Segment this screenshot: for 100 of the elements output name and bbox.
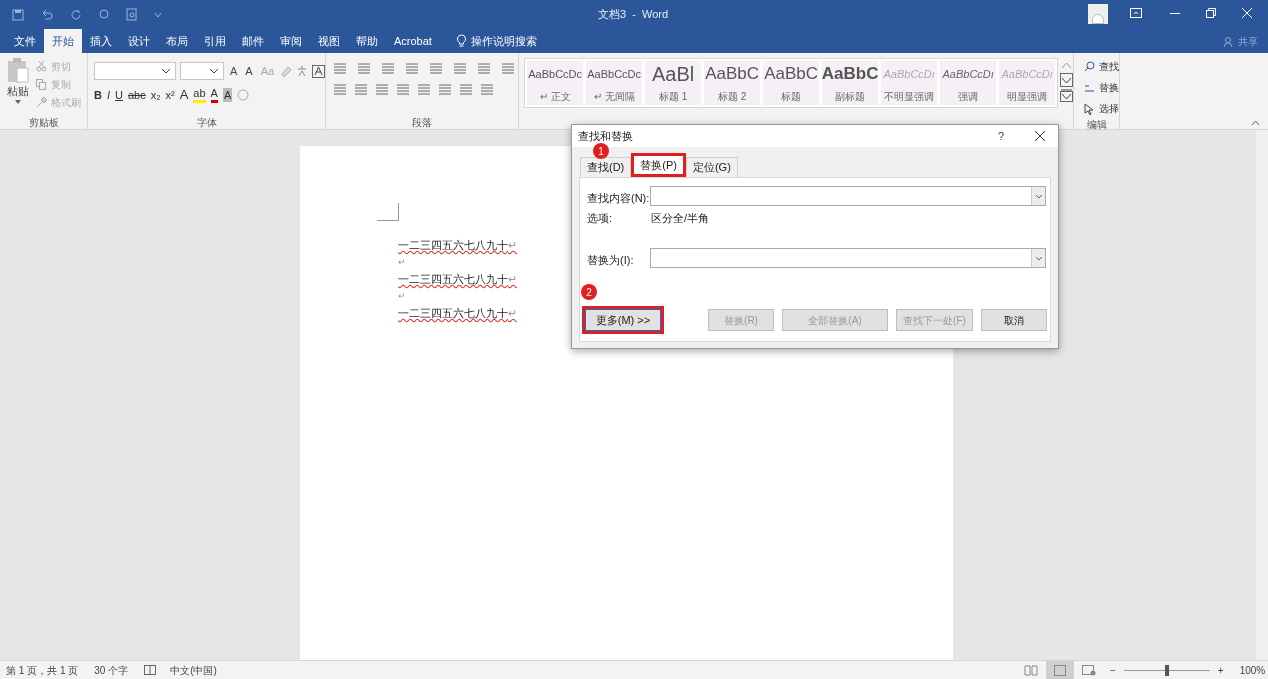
print-preview-icon[interactable] (126, 8, 138, 21)
search-icon (1084, 61, 1096, 72)
field-label: 查找内容(N): (587, 191, 650, 206)
align-left-icon[interactable] (334, 83, 348, 95)
field-label: 替换为(I): (587, 253, 634, 268)
redo-icon[interactable] (70, 8, 82, 21)
status-item[interactable]: 30 个字 (94, 662, 129, 678)
replace-icon (1084, 82, 1096, 93)
font-name-field[interactable] (94, 62, 176, 80)
scissors-icon (36, 61, 47, 72)
collapse-ribbon-icon[interactable] (1251, 120, 1260, 126)
undo-icon[interactable] (40, 8, 54, 21)
avatar-icon[interactable] (1088, 4, 1108, 24)
ribbon-tab[interactable]: Acrobat (386, 29, 440, 53)
select-button[interactable]: 选择 (1084, 99, 1120, 118)
document-paragraph: 一二三四五六七八九十↵ (398, 306, 517, 321)
margin-corner-mark (377, 203, 399, 221)
ribbon-tab[interactable]: 开始 (44, 29, 82, 53)
document-paragraph: 一二三四五六七八九十↵ (398, 238, 517, 253)
font-size-field[interactable] (180, 62, 224, 80)
style-gallery-item[interactable]: AaBl 标题 1 (645, 61, 702, 105)
zoom-out-button[interactable]: − (1110, 663, 1116, 678)
style-gallery-item[interactable]: AaBbC 副标题 (822, 61, 879, 105)
eraser-icon[interactable] (280, 65, 293, 77)
dialog-title: 查找和替换 (578, 128, 633, 144)
zoom-level[interactable]: 100% (1239, 663, 1266, 678)
style-gallery-item[interactable]: AaBbCcDı 不明显强调 (881, 61, 938, 105)
close-icon[interactable] (1035, 131, 1045, 141)
paintbrush-icon (36, 97, 47, 108)
cursor-icon (1084, 102, 1096, 115)
minimize-icon[interactable] (1170, 13, 1180, 15)
shade-button[interactable]: A (222, 87, 233, 102)
effect-button[interactable]: A (179, 87, 189, 102)
ribbon-display-icon[interactable] (1130, 8, 1142, 18)
color-button[interactable]: A (210, 86, 218, 103)
shrink-font-button[interactable]: A (243, 62, 255, 80)
customize-caret-icon[interactable] (154, 11, 162, 18)
style-gallery-item[interactable]: AaBbCcDı 强调 (940, 61, 997, 105)
clipboard-icon[interactable] (6, 57, 30, 83)
tell-me-search[interactable]: 操作说明搜索 (470, 32, 537, 50)
ribbon-tab[interactable]: 文件 (6, 29, 44, 53)
web-layout-icon[interactable] (1082, 665, 1096, 676)
scroll-down-icon[interactable] (1060, 73, 1074, 87)
caret-icon[interactable] (15, 99, 21, 104)
underline-button[interactable]: U (115, 87, 123, 102)
highlight-button[interactable]: ab (193, 86, 206, 103)
ribbon-tab[interactable]: 视图 (310, 29, 348, 53)
ribbon-tab[interactable]: 布局 (158, 29, 196, 53)
ribbon-tab[interactable]: 邮件 (234, 29, 272, 53)
vertical-scrollbar[interactable] (1256, 130, 1268, 660)
zoom-slider[interactable] (1123, 665, 1210, 676)
style-gallery-item[interactable]: AaBbC 标题 (763, 61, 820, 105)
ribbon-tab[interactable]: 帮助 (348, 29, 386, 53)
paste-button[interactable]: 粘贴 (7, 83, 29, 100)
restore-icon[interactable] (1206, 8, 1216, 18)
window-title: 文档3 - Word (598, 7, 669, 23)
document-paragraph: 一二三四五六七八九十↵ (398, 272, 517, 287)
dropdown-caret-icon[interactable] (1034, 255, 1043, 261)
dialog-tab[interactable]: 定位(G) (685, 157, 738, 177)
ribbon-tab[interactable]: 设计 (120, 29, 158, 53)
more-button[interactable]: 更多(M) >> (582, 306, 664, 334)
dropdown-caret-icon[interactable] (1034, 193, 1043, 199)
dialog-tab[interactable]: 替换(P) (631, 153, 686, 177)
proofing-icon[interactable] (144, 665, 157, 675)
options-label: 选项: (587, 211, 613, 226)
grow-font-button[interactable]: A (228, 62, 240, 80)
ribbon-tab[interactable]: 审阅 (272, 29, 310, 53)
italic-button[interactable]: I (106, 87, 110, 102)
read-mode-icon[interactable] (1024, 665, 1038, 676)
person-icon[interactable] (1224, 36, 1234, 47)
phonetic-icon[interactable] (296, 65, 309, 77)
char-border-icon[interactable] (312, 64, 326, 78)
paragraph-mark: ↵ (398, 256, 406, 269)
replace-button[interactable]: 替换 (1084, 78, 1120, 97)
find-button[interactable]: 查找 (1084, 57, 1120, 76)
ribbon-tab[interactable]: 引用 (196, 29, 234, 53)
replace-input-field[interactable] (650, 248, 1046, 268)
ribbon-tab[interactable]: 插入 (82, 29, 120, 53)
save-icon[interactable] (12, 8, 24, 21)
enclosed-char-icon[interactable] (237, 88, 250, 101)
sup-button[interactable]: x² (165, 87, 175, 102)
status-item[interactable]: 第 1 页，共 1 页 (6, 662, 79, 678)
help-button[interactable]: ? (998, 127, 1005, 145)
caret-icon (209, 68, 219, 74)
gallery-expand-icon[interactable] (1060, 88, 1074, 102)
style-gallery-item[interactable]: AaBbCcDc ↵ 正文 (527, 61, 584, 105)
sub-button[interactable]: x₂ (150, 87, 161, 102)
style-gallery-item[interactable]: AaBbCcDc ↵ 无间隔 (586, 61, 643, 105)
style-gallery-item[interactable]: AaBbC 标题 2 (704, 61, 761, 105)
zoom-slider-thumb[interactable] (1164, 665, 1169, 676)
status-item[interactable]: 中文(中国) (170, 662, 217, 678)
dialog-tab[interactable]: 查找(D) (580, 157, 632, 177)
strike-button[interactable]: abc (127, 87, 146, 102)
find-input-field[interactable] (650, 186, 1046, 206)
bold-button[interactable]: B (94, 87, 102, 102)
group-label: 段落 (411, 116, 434, 130)
print-layout-button[interactable] (1046, 661, 1074, 679)
zoom-in-button[interactable]: + (1217, 663, 1224, 678)
style-gallery-item[interactable]: AaBbCcDı 明显强调 (999, 61, 1056, 105)
dialog-button[interactable]: 取消 (981, 309, 1047, 331)
